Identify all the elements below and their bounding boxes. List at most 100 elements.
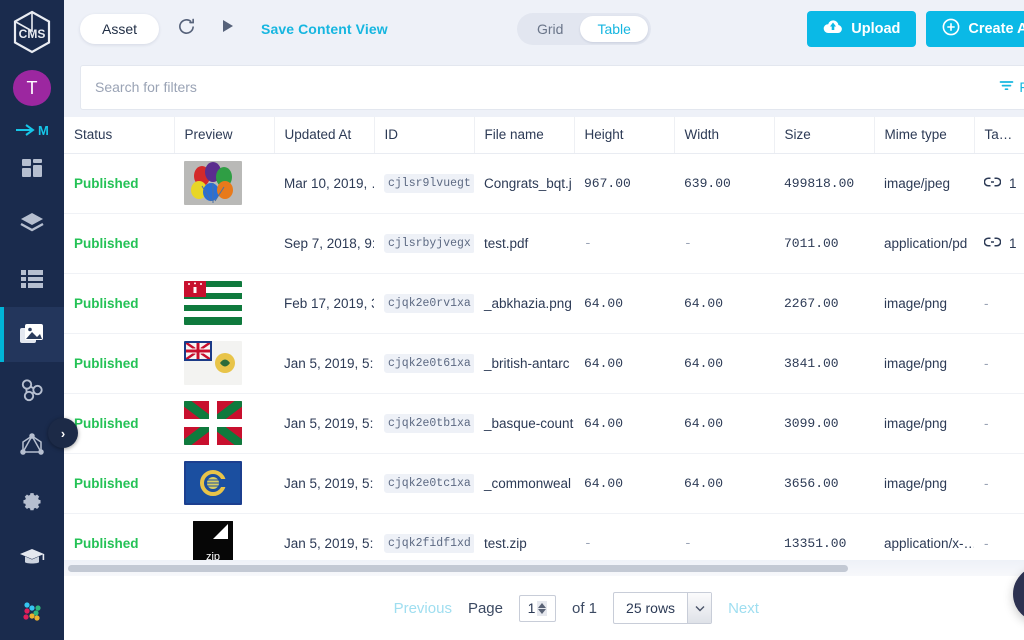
table-head: Status Preview Updated At ID File name H… [64, 117, 1024, 153]
rows-per-page-select[interactable]: 25 rows [613, 592, 712, 624]
filter-icon [999, 79, 1014, 95]
svg-text:CMS: CMS [19, 27, 46, 41]
status-badge: Published [74, 356, 139, 371]
sidebar-item-assets[interactable] [0, 307, 64, 363]
sidebar-item-learn[interactable] [0, 529, 64, 585]
layers-icon [19, 211, 45, 235]
filter-bar-inner: Filters [80, 65, 1024, 110]
table-row[interactable]: PublishedFeb 17, 2019, 3cjqk2e0rv1xa_abk… [64, 273, 1024, 333]
column-header-status[interactable]: Status [64, 117, 174, 153]
avatar[interactable]: T [13, 70, 51, 105]
cell-height: 64.00 [574, 333, 674, 393]
assets-table: Status Preview Updated At ID File name H… [64, 117, 1024, 574]
graduation-cap-icon [19, 546, 45, 568]
cell-width: - [674, 213, 774, 273]
stepper-arrows-icon[interactable] [537, 601, 547, 616]
sidebar-item-content[interactable] [0, 251, 64, 307]
column-header-file-name[interactable]: File name [474, 117, 574, 153]
column-header-tags[interactable]: Ta… [974, 117, 1024, 153]
cell-preview[interactable] [174, 393, 274, 453]
cell-preview[interactable] [174, 273, 274, 333]
column-header-preview[interactable]: Preview [174, 117, 274, 153]
view-mode-grid[interactable]: Grid [520, 16, 580, 42]
cell-preview[interactable] [174, 453, 274, 513]
main-area: Asset Save Content View Grid Table [64, 0, 1024, 640]
table-row[interactable]: PublishedJan 5, 2019, 5:…cjqk2e0t61xa_br… [64, 333, 1024, 393]
filters-button[interactable]: Filters [999, 79, 1024, 95]
cloud-upload-icon [823, 19, 843, 39]
column-header-height[interactable]: Height [574, 117, 674, 153]
asset-id: cjqk2e0t61xa [384, 354, 474, 373]
chevron-down-icon [687, 593, 711, 623]
status-badge: Published [74, 416, 139, 431]
app-root: CMS T M [0, 0, 1024, 640]
cell-preview[interactable] [174, 213, 274, 273]
asset-id: cjqk2e0tb1xa [384, 414, 474, 433]
column-header-size[interactable]: Size [774, 117, 874, 153]
assets-table-container: Status Preview Updated At ID File name H… [64, 117, 1024, 576]
column-header-id[interactable]: ID [374, 117, 474, 153]
sidebar-item-schema[interactable] [0, 196, 64, 252]
sidebar-item-dashboard[interactable] [0, 140, 64, 196]
cell-size: 3656.00 [774, 453, 874, 513]
status-badge: Published [74, 476, 139, 491]
sidebar-item-slack[interactable] [0, 585, 64, 640]
create-asset-button[interactable]: Create Asset [926, 11, 1024, 47]
table-row[interactable]: PublishedJan 5, 2019, 5:…cjqk2e0tc1xa_co… [64, 453, 1024, 513]
avatar-initial: T [27, 78, 38, 99]
cell-file-name: test.pdf [474, 213, 574, 273]
cell-tags: 1 [974, 153, 1024, 213]
column-header-mime-type[interactable]: Mime type [874, 117, 974, 153]
graphql-icon [19, 433, 45, 459]
cell-mime-type: image/png [874, 333, 974, 393]
cell-size: 2267.00 [774, 273, 874, 333]
horizontal-scrollbar-thumb[interactable] [68, 565, 848, 572]
gear-icon [20, 489, 44, 513]
asset-thumbnail [184, 401, 242, 445]
table-row[interactable]: PublishedJan 5, 2019, 5:…cjqk2e0tb1xa_ba… [64, 393, 1024, 453]
cell-preview[interactable] [174, 153, 274, 213]
previous-page-button[interactable]: Previous [394, 600, 452, 617]
cell-height: 64.00 [574, 273, 674, 333]
table-row[interactable]: PublishedSep 7, 2018, 9:cjlsrbyjvegxtest… [64, 213, 1024, 273]
save-content-view-link[interactable]: Save Content View [261, 21, 388, 37]
tags-link[interactable]: 1 [984, 236, 1017, 251]
sidebar-item-webhooks[interactable] [0, 362, 64, 418]
cell-updated-at: Feb 17, 2019, 3 [274, 273, 374, 333]
cell-updated-at: Mar 10, 2019, … [274, 153, 374, 213]
search-input[interactable] [95, 79, 999, 95]
cell-size: 499818.00 [774, 153, 874, 213]
cell-id: cjlsr9lvuegt [374, 153, 474, 213]
table-row[interactable]: PublishedMar 10, 2019, …cjlsr9lvuegtCong… [64, 153, 1024, 213]
cms-logo[interactable]: CMS [0, 10, 64, 54]
tags-empty: - [984, 416, 989, 431]
cell-height: 64.00 [574, 393, 674, 453]
page-number-stepper[interactable]: 1 [519, 595, 556, 622]
model-chip-asset[interactable]: Asset [80, 14, 159, 44]
tags-link[interactable]: 1 [984, 176, 1017, 191]
sidebar-item-settings[interactable] [0, 473, 64, 529]
cell-mime-type: image/png [874, 273, 974, 333]
column-header-width[interactable]: Width [674, 117, 774, 153]
svg-text:M: M [38, 123, 49, 138]
asset-thumbnail [184, 221, 242, 265]
cell-status: Published [64, 273, 174, 333]
cell-preview[interactable] [174, 333, 274, 393]
tags-empty: - [984, 356, 989, 371]
sidebar-expand-button[interactable]: › [48, 418, 78, 448]
column-header-updated-at[interactable]: Updated At [274, 117, 374, 153]
run-button[interactable] [213, 14, 243, 44]
view-mode-table[interactable]: Table [580, 16, 647, 42]
refresh-icon [177, 17, 196, 41]
page-total-label: of 1 [572, 600, 597, 617]
upload-button[interactable]: Upload [807, 11, 916, 47]
cell-size: 3099.00 [774, 393, 874, 453]
view-mode-toggle: Grid Table [517, 13, 651, 45]
images-icon [19, 322, 45, 346]
horizontal-scrollbar[interactable] [64, 560, 1024, 576]
cell-height: - [574, 213, 674, 273]
refresh-button[interactable] [171, 14, 201, 44]
next-page-button[interactable]: Next [728, 600, 759, 617]
cell-status: Published [64, 213, 174, 273]
cell-width: 64.00 [674, 393, 774, 453]
